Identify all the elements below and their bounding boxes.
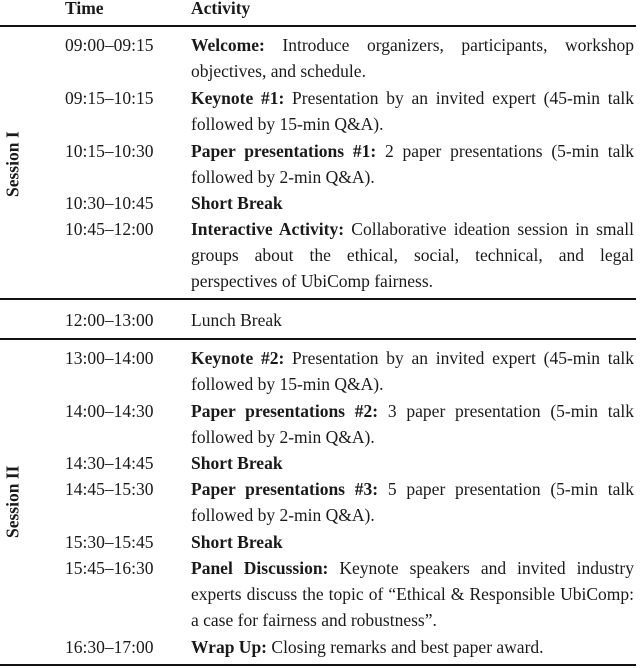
activity-title: Keynote #1: <box>191 88 285 108</box>
activity-title: Keynote #2: <box>191 348 285 368</box>
session-label-2: Session II <box>2 465 23 539</box>
row-time: 15:45–16:30 <box>65 558 154 578</box>
header-rule <box>0 25 636 27</box>
session-rule <box>0 298 636 300</box>
row-time: 14:00–14:30 <box>65 401 154 421</box>
row-activity: Short Break <box>191 190 634 216</box>
activity-title: Paper presentations #2: <box>191 401 379 421</box>
row-activity: Paper presentations #3: 5 paper presenta… <box>191 476 634 528</box>
activity-title: Short Break <box>191 193 283 213</box>
activity-text: Lunch Break <box>191 310 282 330</box>
row-activity: Keynote #1: Presentation by an invited e… <box>191 85 634 137</box>
activity-title: Interactive Activity: <box>191 219 345 239</box>
activity-title: Panel Discussion: <box>191 558 329 578</box>
row-activity: Keynote #2: Presentation by an invited e… <box>191 345 634 397</box>
row-activity: Panel Discussion: Keynote speakers and i… <box>191 555 634 634</box>
row-time: 10:15–10:30 <box>65 141 154 161</box>
header-time: Time <box>65 0 104 18</box>
row-activity: Short Break <box>191 529 634 555</box>
row-activity: Lunch Break <box>191 307 634 333</box>
row-time: 13:00–14:00 <box>65 348 154 368</box>
row-activity: Paper presentations #1: 2 paper presenta… <box>191 138 634 190</box>
row-activity: Welcome: Introduce organizers, participa… <box>191 32 634 84</box>
activity-title: Wrap Up: <box>191 637 268 657</box>
activity-title: Paper presentations #1: <box>191 141 377 161</box>
row-time: 15:30–15:45 <box>65 532 154 552</box>
session-rule <box>0 338 636 340</box>
session-label-1: Session I <box>2 131 23 197</box>
row-activity: Wrap Up: Closing remarks and best paper … <box>191 634 634 660</box>
row-time: 12:00–13:00 <box>65 310 154 330</box>
row-time: 14:45–15:30 <box>65 479 154 499</box>
row-time: 09:00–09:15 <box>65 35 154 55</box>
row-time: 09:15–10:15 <box>65 88 154 108</box>
row-time: 10:30–10:45 <box>65 193 154 213</box>
row-time: 10:45–12:00 <box>65 219 154 239</box>
activity-title: Paper presentations #3: <box>191 479 379 499</box>
activity-title: Short Break <box>191 453 283 473</box>
activity-text: Closing remarks and best paper award. <box>267 637 544 657</box>
row-time: 16:30–17:00 <box>65 637 154 657</box>
row-activity: Short Break <box>191 450 634 476</box>
header-activity: Activity <box>191 0 251 18</box>
row-activity: Paper presentations #2: 3 paper presenta… <box>191 398 634 450</box>
row-time: 14:30–14:45 <box>65 453 154 473</box>
row-activity: Interactive Activity: Collaborative idea… <box>191 216 634 295</box>
activity-title: Short Break <box>191 532 283 552</box>
activity-title: Welcome: <box>191 35 265 55</box>
bottom-rule <box>0 664 636 666</box>
